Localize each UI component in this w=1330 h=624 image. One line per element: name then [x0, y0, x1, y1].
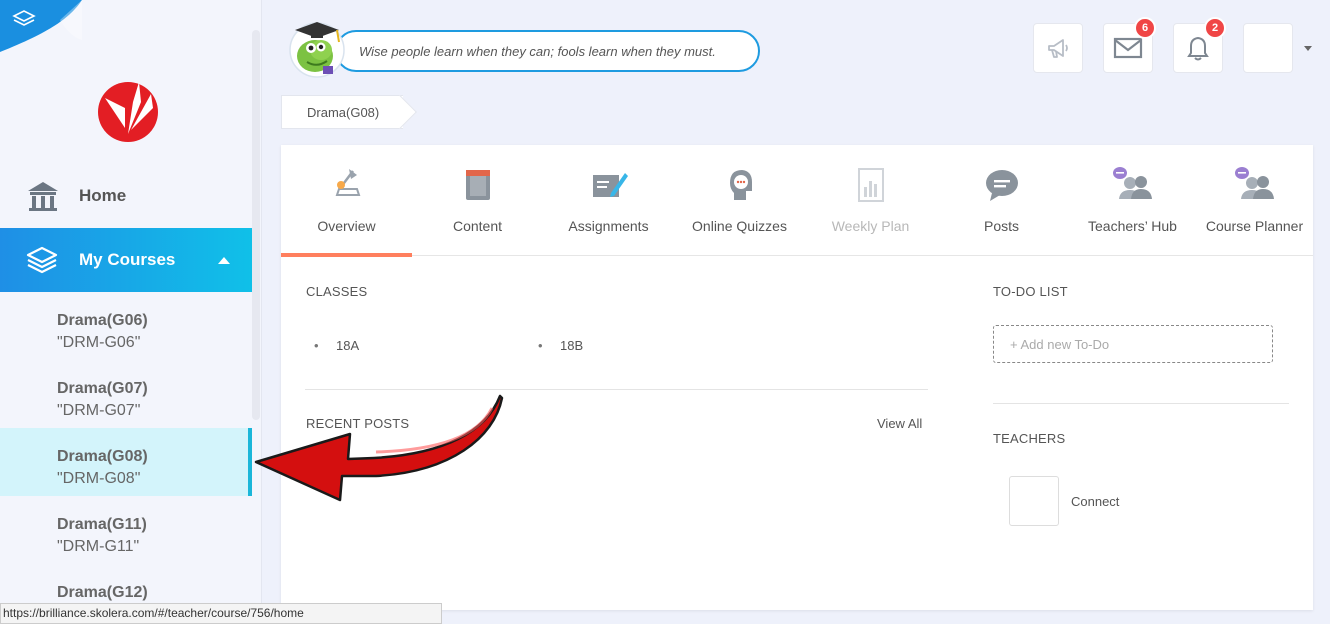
course-code: "DRM-G08"	[57, 470, 141, 487]
skolera-corner-logo[interactable]	[0, 0, 82, 52]
tab-label: Overview	[317, 218, 376, 234]
breadcrumb-course: Drama(G08)	[307, 104, 380, 120]
layers-icon	[26, 246, 58, 274]
building-icon	[28, 182, 58, 211]
megaphone-icon	[1048, 39, 1068, 58]
breadcrumb[interactable]: Drama(G08)	[281, 95, 404, 129]
tab-label: Content	[452, 218, 503, 234]
people-chat-icon	[1112, 167, 1152, 199]
tab-assignments[interactable]: Assignments	[543, 145, 674, 256]
course-item-drama-g07[interactable]: Drama(G07) "DRM-G07"	[0, 366, 252, 434]
teacher-avatar	[1009, 476, 1059, 526]
teacher-connect-link[interactable]: Connect	[1071, 494, 1119, 509]
section-divider	[993, 403, 1289, 404]
course-tabs: Overview Content Assignments Online Quiz…	[281, 145, 1313, 257]
course-code: "DRM-G11"	[57, 538, 140, 555]
sidebar-item-my-courses[interactable]: My Courses	[0, 228, 252, 292]
sidebar-my-courses-label: My Courses	[79, 250, 176, 269]
course-code: "DRM-G06"	[57, 334, 141, 351]
class-item-18a[interactable]: 18A	[314, 338, 359, 353]
user-menu-caret-icon[interactable]	[1304, 46, 1312, 51]
tab-posts[interactable]: Posts	[936, 145, 1067, 256]
view-all-posts-link[interactable]: View All	[877, 416, 922, 431]
book-icon	[465, 170, 490, 200]
add-todo-placeholder: + Add new To-Do	[1010, 336, 1110, 352]
tab-overview[interactable]: Overview	[281, 145, 412, 257]
pencil-board-icon	[592, 173, 628, 197]
course-name: Drama(G12)	[57, 584, 148, 601]
section-divider	[305, 389, 928, 390]
lamp-icon	[335, 169, 360, 196]
red-arrow-annotation	[254, 394, 504, 502]
class-item-18b[interactable]: 18B	[538, 338, 583, 353]
tab-weekly-plan[interactable]: Weekly Plan	[805, 145, 936, 256]
browser-status-url: https://brilliance.skolera.com/#/teacher…	[0, 603, 442, 624]
todo-list-heading: TO-DO LIST	[993, 284, 1068, 299]
school-logo	[98, 82, 158, 142]
tab-label: Weekly Plan	[831, 218, 910, 234]
quote-text: Wise people learn when they can; fools l…	[359, 43, 716, 59]
classes-heading: CLASSES	[306, 284, 368, 299]
course-code: "DRM-G07"	[57, 402, 141, 419]
speech-bubble-icon	[985, 170, 1018, 201]
announcements-button[interactable]	[1033, 23, 1083, 73]
course-name: Drama(G07)	[57, 380, 148, 397]
tab-label: Posts	[983, 218, 1019, 234]
head-chat-icon	[729, 170, 752, 200]
course-name: Drama(G11)	[57, 516, 147, 533]
tab-course-planner[interactable]: Course Planner	[1189, 145, 1320, 256]
messages-count-badge: 6	[1134, 17, 1156, 39]
people-chat-icon	[1234, 167, 1274, 199]
course-name: Drama(G06)	[57, 312, 148, 329]
sidebar: Home My Courses Drama(G06) "DRM-G06" Dra…	[0, 0, 262, 624]
course-item-drama-g06[interactable]: Drama(G06) "DRM-G06"	[0, 298, 252, 366]
course-overview-card: Overview Content Assignments Online Quiz…	[281, 145, 1313, 610]
quote-bubble: Wise people learn when they can; fools l…	[335, 30, 760, 72]
teachers-heading: TEACHERS	[993, 431, 1066, 446]
tab-label: Course Planner	[1205, 218, 1304, 234]
notifications-count-badge: 2	[1204, 17, 1226, 39]
tab-teachers-hub[interactable]: Teachers’ Hub	[1067, 145, 1198, 256]
add-todo-input[interactable]: + Add new To-Do	[993, 325, 1273, 363]
user-avatar-button[interactable]	[1243, 23, 1293, 73]
course-name: Drama(G08)	[57, 448, 148, 465]
sidebar-item-home[interactable]: Home	[0, 164, 252, 228]
sidebar-scrollbar[interactable]	[252, 30, 260, 420]
bell-icon	[1187, 36, 1209, 61]
tab-label: Online Quizzes	[692, 218, 787, 234]
tab-label: Teachers’ Hub	[1088, 218, 1177, 234]
tab-content[interactable]: Content	[412, 145, 543, 256]
envelope-icon	[1113, 37, 1143, 59]
dinosaur-mascot-icon	[289, 22, 345, 78]
calendar-chart-icon	[857, 168, 884, 202]
messages-button[interactable]: 6	[1103, 17, 1156, 73]
tab-label: Assignments	[568, 218, 649, 234]
sidebar-home-label: Home	[79, 186, 127, 205]
course-item-drama-g11[interactable]: Drama(G11) "DRM-G11"	[0, 502, 252, 570]
tab-online-quizzes[interactable]: Online Quizzes	[674, 145, 805, 256]
notifications-button[interactable]: 2	[1173, 17, 1226, 73]
collapse-caret-icon[interactable]	[218, 256, 230, 264]
course-item-drama-g08[interactable]: Drama(G08) "DRM-G08"	[0, 428, 252, 496]
